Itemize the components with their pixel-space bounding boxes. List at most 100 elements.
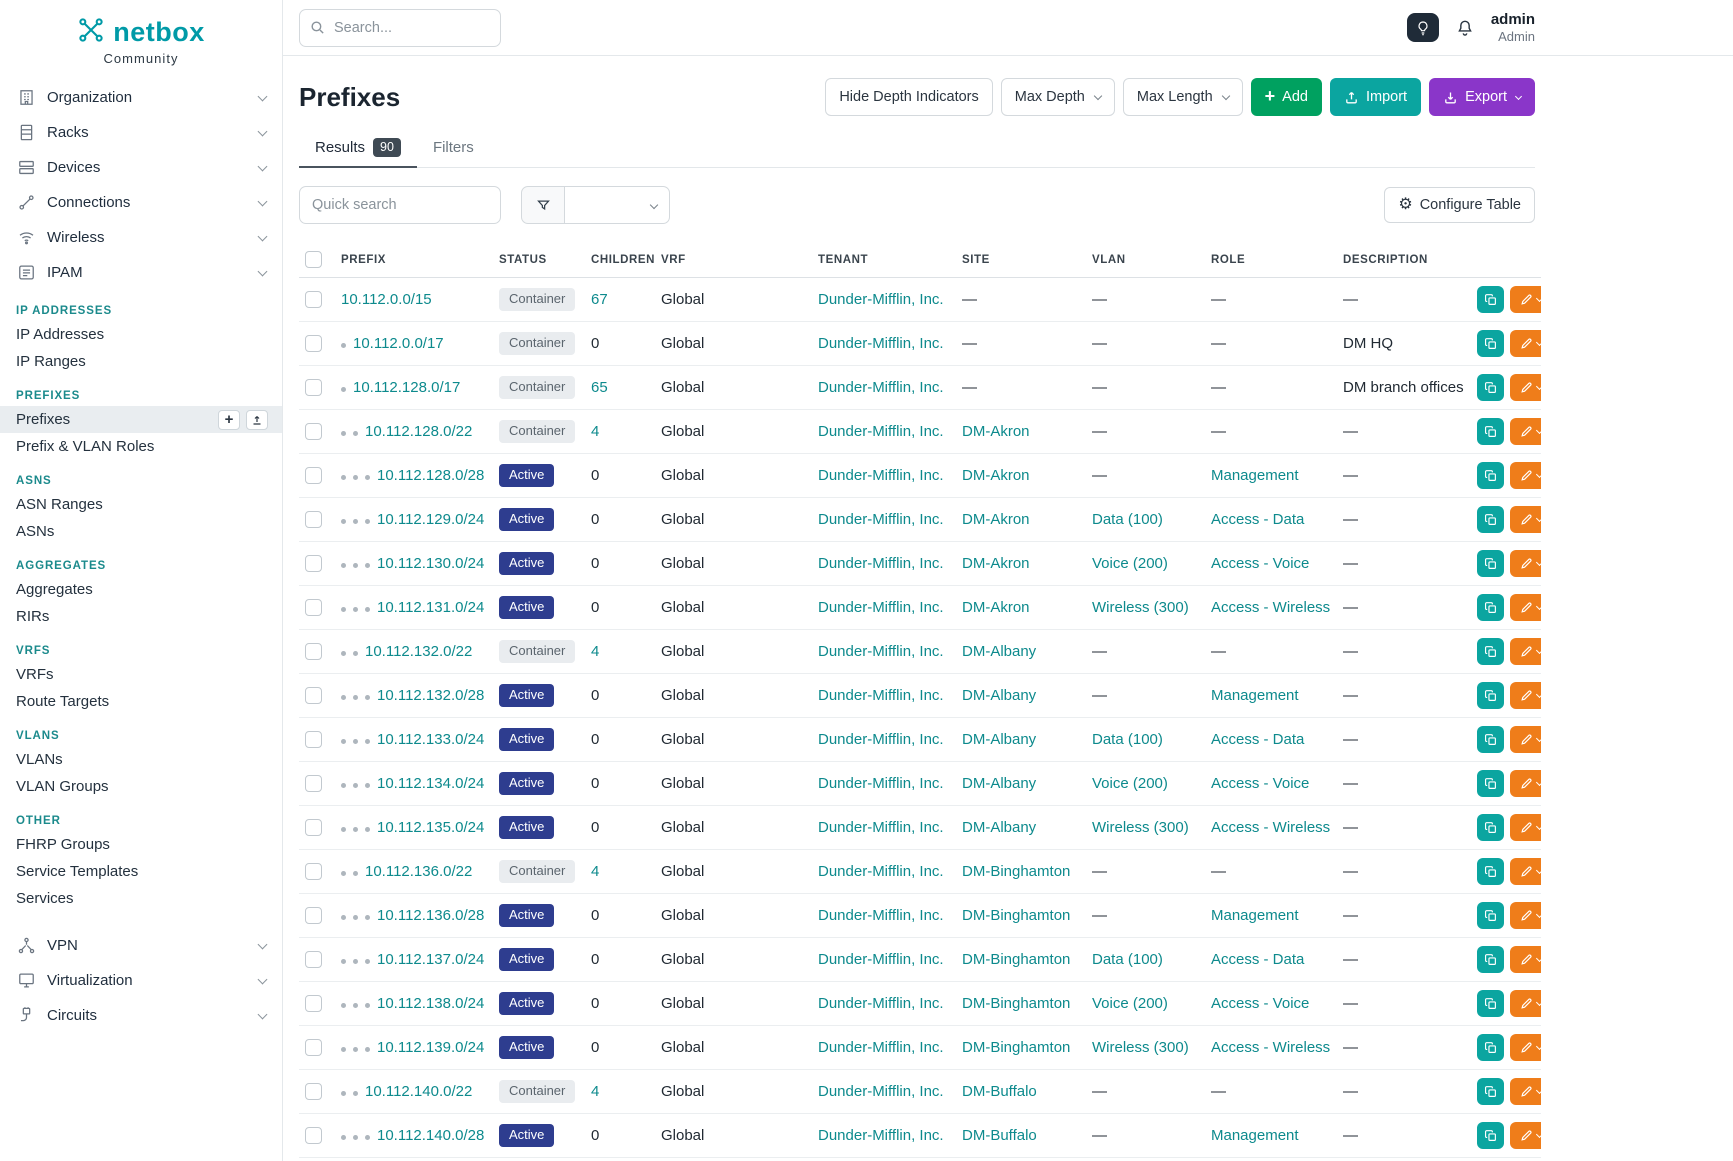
sidebar-item-organization[interactable]: Organization [0,80,282,115]
vlan-link[interactable]: Data (100) [1092,951,1163,968]
row-checkbox[interactable] [305,951,322,968]
edit-button[interactable] [1510,1034,1541,1061]
role-link[interactable]: Management [1211,467,1299,484]
filter-field-select[interactable] [565,186,670,224]
role-link[interactable]: Access - Voice [1211,555,1309,572]
row-checkbox[interactable] [305,819,322,836]
prefix-link[interactable]: 10.112.128.0/22 [365,423,472,440]
clone-button[interactable] [1477,726,1504,753]
sidebar-item-ipam[interactable]: IPAM [0,255,282,290]
clone-button[interactable] [1477,374,1504,401]
row-checkbox[interactable] [305,863,322,880]
site-link[interactable]: DM-Binghamton [962,951,1070,968]
clone-button[interactable] [1477,1034,1504,1061]
edit-button[interactable] [1510,726,1541,753]
max-length-dropdown[interactable]: Max Length [1123,78,1243,116]
sidebar-item-asn-ranges[interactable]: ASN Ranges [0,491,282,518]
clone-button[interactable] [1477,462,1504,489]
prefix-link[interactable]: 10.112.129.0/24 [377,511,484,528]
notifications-button[interactable] [1455,18,1475,38]
clone-button[interactable] [1477,770,1504,797]
sidebar-item-ip-addresses[interactable]: IP Addresses [0,321,282,348]
site-link[interactable]: DM-Akron [962,511,1030,528]
tenant-link[interactable]: Dunder-Mifflin, Inc. [818,599,944,616]
prefix-link[interactable]: 10.112.139.0/24 [377,1039,484,1056]
tenant-link[interactable]: Dunder-Mifflin, Inc. [818,951,944,968]
tenant-link[interactable]: Dunder-Mifflin, Inc. [818,1083,944,1100]
role-link[interactable]: Access - Wireless [1211,599,1330,616]
column-header-description[interactable]: DESCRIPTION [1337,242,1471,278]
clone-button[interactable] [1477,550,1504,577]
clone-button[interactable] [1477,814,1504,841]
edit-button[interactable] [1510,506,1541,533]
role-link[interactable]: Access - Wireless [1211,819,1330,836]
prefix-link[interactable]: 10.112.135.0/24 [377,819,484,836]
sidebar-item-vlans[interactable]: VLANs [0,746,282,773]
row-checkbox[interactable] [305,643,322,660]
tenant-link[interactable]: Dunder-Mifflin, Inc. [818,555,944,572]
edit-button[interactable] [1510,286,1541,313]
row-checkbox[interactable] [305,907,322,924]
sidebar-item-rirs[interactable]: RIRs [0,603,282,630]
edit-button[interactable] [1510,418,1541,445]
vlan-link[interactable]: Wireless (300) [1092,599,1189,616]
edit-button[interactable] [1510,330,1541,357]
tenant-link[interactable]: Dunder-Mifflin, Inc. [818,863,944,880]
sidebar-item-prefix-vlan-roles[interactable]: Prefix & VLAN Roles [0,433,282,460]
site-link[interactable]: DM-Binghamton [962,907,1070,924]
row-checkbox[interactable] [305,775,322,792]
site-link[interactable]: DM-Akron [962,423,1030,440]
prefix-link[interactable]: 10.112.128.0/17 [353,379,460,396]
prefix-link[interactable]: 10.112.136.0/28 [377,907,484,924]
clone-button[interactable] [1477,638,1504,665]
tenant-link[interactable]: Dunder-Mifflin, Inc. [818,731,944,748]
children-count-link[interactable]: 4 [591,863,599,880]
search-input[interactable] [299,9,501,47]
prefix-link[interactable]: 10.112.140.0/22 [365,1083,472,1100]
sidebar-item-connections[interactable]: Connections [0,185,282,220]
edit-button[interactable] [1510,990,1541,1017]
sidebar-item-circuits[interactable]: Circuits [0,998,282,1033]
import-button[interactable]: Import [1330,78,1421,116]
tenant-link[interactable]: Dunder-Mifflin, Inc. [818,291,944,308]
prefix-link[interactable]: 10.112.133.0/24 [377,731,484,748]
column-header-prefix[interactable]: PREFIX [335,242,493,278]
user-menu[interactable]: admin Admin [1491,11,1535,45]
children-count-link[interactable]: 4 [591,643,599,660]
site-link[interactable]: DM-Binghamton [962,1039,1070,1056]
select-all-checkbox[interactable] [305,251,322,268]
row-checkbox[interactable] [305,1083,322,1100]
site-link[interactable]: DM-Albany [962,643,1036,660]
children-count-link[interactable]: 4 [591,423,599,440]
tab-results[interactable]: Results 90 [299,128,417,168]
site-link[interactable]: DM-Akron [962,599,1030,616]
quick-add-button[interactable]: + [218,410,240,430]
prefix-link[interactable]: 10.112.0.0/15 [341,291,432,308]
vlan-link[interactable]: Wireless (300) [1092,1039,1189,1056]
sidebar-item-prefixes[interactable]: Prefixes+ [0,406,282,433]
site-link[interactable]: DM-Albany [962,731,1036,748]
row-checkbox[interactable] [305,1127,322,1144]
edit-button[interactable] [1510,682,1541,709]
sidebar-item-route-targets[interactable]: Route Targets [0,688,282,715]
row-checkbox[interactable] [305,995,322,1012]
site-link[interactable]: DM-Akron [962,555,1030,572]
tenant-link[interactable]: Dunder-Mifflin, Inc. [818,775,944,792]
configure-table-button[interactable]: ⚙ Configure Table [1384,187,1535,223]
children-count-link[interactable]: 65 [591,379,608,396]
edit-button[interactable] [1510,946,1541,973]
tenant-link[interactable]: Dunder-Mifflin, Inc. [818,643,944,660]
prefix-link[interactable]: 10.112.130.0/24 [377,555,484,572]
vlan-link[interactable]: Data (100) [1092,731,1163,748]
sidebar-item-vlan-groups[interactable]: VLAN Groups [0,773,282,800]
edit-button[interactable] [1510,814,1541,841]
clone-button[interactable] [1477,1122,1504,1149]
children-count-link[interactable]: 67 [591,291,608,308]
row-checkbox[interactable] [305,467,322,484]
row-checkbox[interactable] [305,599,322,616]
prefix-link[interactable]: 10.112.131.0/24 [377,599,484,616]
vlan-link[interactable]: Voice (200) [1092,775,1168,792]
clone-button[interactable] [1477,990,1504,1017]
role-link[interactable]: Management [1211,1127,1299,1144]
prefix-link[interactable]: 10.112.132.0/28 [377,687,484,704]
